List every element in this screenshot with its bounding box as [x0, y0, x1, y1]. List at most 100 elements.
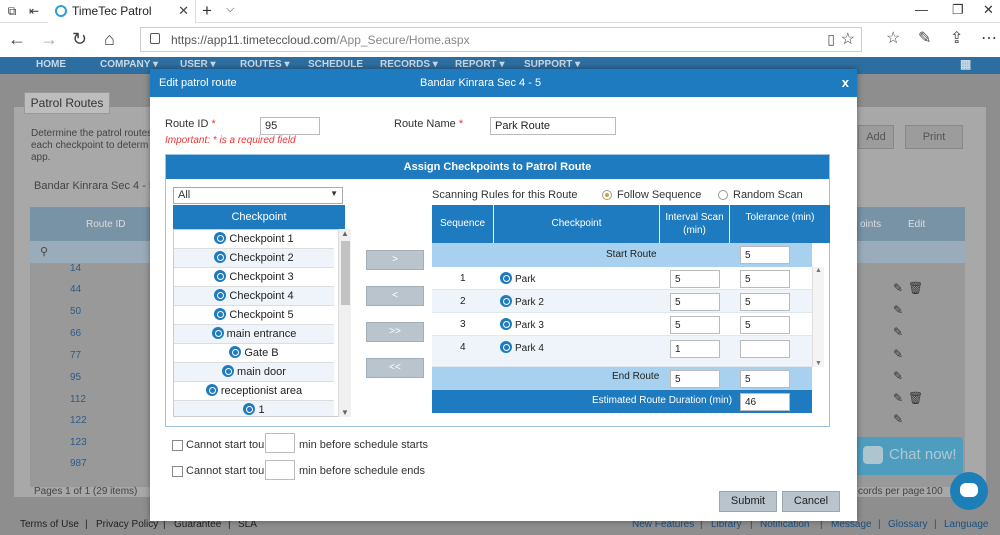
edit-pencil-icon[interactable]: ✎ — [893, 369, 903, 383]
records-per-page-value[interactable]: 100 — [926, 486, 943, 497]
list-item[interactable]: 1 — [174, 401, 334, 416]
edit-pencil-icon[interactable]: ✎ — [893, 281, 903, 295]
tolerance-field[interactable] — [740, 340, 790, 358]
scroll-up-icon[interactable]: ▲ — [815, 267, 822, 274]
back-icon[interactable]: ← — [8, 29, 26, 50]
scroll-thumb[interactable] — [341, 241, 350, 305]
edit-pencil-icon[interactable]: ✎ — [893, 412, 903, 426]
duration-field[interactable] — [740, 393, 790, 411]
route-id-cell[interactable]: 66 — [70, 328, 81, 339]
list-item[interactable]: Checkpoint 2 — [174, 249, 334, 268]
url-field[interactable]: https://app11.timeteccloud.com/App_Secur… — [140, 27, 862, 52]
restore-icon[interactable]: ❐ — [952, 2, 964, 18]
cannot-start-before-checkbox[interactable] — [172, 440, 183, 451]
patrol-routes-tab[interactable]: Patrol Routes — [24, 92, 110, 114]
list-item[interactable]: Checkpoint 4 — [174, 287, 334, 306]
more-icon[interactable]: ⋯ — [981, 28, 997, 48]
tab-title: TimeTec Patrol — [72, 4, 152, 18]
edit-pencil-icon[interactable]: ✎ — [893, 303, 903, 317]
reading-view-icon[interactable]: ▯ — [827, 31, 835, 48]
list-item[interactable]: Checkpoint 3 — [174, 268, 334, 287]
forward-icon[interactable]: → — [40, 29, 58, 50]
close-tab-icon[interactable]: ✕ — [178, 3, 189, 19]
route-id-cell[interactable]: 95 — [70, 372, 81, 383]
list-item[interactable]: receptionist area — [174, 382, 334, 401]
cancel-button[interactable]: Cancel — [782, 491, 840, 512]
move-all-left-button[interactable]: << — [366, 358, 424, 378]
tab-list-chevron-icon[interactable]: ⌵ — [226, 3, 234, 16]
tolerance-field[interactable] — [740, 316, 790, 334]
checkpoint-list-scrollbar[interactable]: ▲ ▼ — [338, 229, 351, 417]
nav-home[interactable]: HOME — [36, 59, 66, 70]
list-item[interactable]: Checkpoint 5 — [174, 306, 334, 325]
minimize-icon[interactable]: — — [915, 2, 928, 17]
favorite-star-icon[interactable]: ☆ — [841, 29, 855, 49]
footer-privacy[interactable]: Privacy Policy — [96, 519, 158, 530]
sequence-table-scrollbar[interactable]: ▲ ▼ — [812, 267, 824, 367]
follow-sequence-label: Follow Sequence — [617, 189, 702, 201]
footer-glossary[interactable]: Glossary — [888, 519, 927, 530]
minutes-before-start-field[interactable] — [265, 433, 295, 453]
footer-language[interactable]: Language — [944, 519, 989, 530]
route-filter[interactable]: Bandar Kinrara Sec 4 - 5 — [34, 180, 155, 192]
move-left-button[interactable]: < — [366, 286, 424, 306]
interval-scan-field[interactable] — [670, 340, 720, 358]
grid-menu-icon[interactable]: ▦ — [960, 57, 971, 71]
close-window-icon[interactable]: ✕ — [983, 2, 994, 18]
route-id-cell[interactable]: 123 — [70, 437, 87, 448]
new-tab-icon[interactable]: + — [202, 1, 212, 21]
refresh-icon[interactable]: ↻ — [72, 29, 87, 50]
pen-icon[interactable]: ✎ — [918, 28, 931, 48]
list-item[interactable]: main entrance — [174, 325, 334, 344]
follow-sequence-radio[interactable] — [602, 190, 612, 200]
tab-actions-icon[interactable]: ⧉ — [5, 4, 19, 18]
route-id-cell[interactable]: 112 — [70, 394, 86, 405]
route-id-cell[interactable]: 987 — [70, 458, 87, 469]
route-name-field[interactable] — [490, 117, 616, 135]
checkpoint-filter-select[interactable]: All ▼ — [173, 187, 343, 204]
chat-launcher-icon[interactable] — [950, 472, 988, 510]
tolerance-field[interactable] — [740, 270, 790, 288]
delete-trash-icon[interactable]: 🗑 — [908, 281, 923, 295]
share-icon[interactable]: ⇪ — [950, 28, 963, 48]
list-item[interactable]: main door — [174, 363, 334, 382]
interval-scan-field[interactable] — [670, 270, 720, 288]
set-aside-tabs-icon[interactable]: ⇤ — [27, 4, 41, 18]
add-button[interactable]: Add — [858, 125, 894, 149]
end-tolerance-field[interactable] — [740, 370, 790, 388]
cannot-start-after-checkbox[interactable] — [172, 466, 183, 477]
scroll-down-icon[interactable]: ▼ — [341, 408, 349, 417]
browser-tab[interactable]: TimeTec Patrol ✕ — [48, 0, 196, 23]
list-item[interactable]: Gate B — [174, 344, 334, 363]
move-all-right-button[interactable]: >> — [366, 322, 424, 342]
random-scan-radio[interactable] — [718, 190, 728, 200]
edit-pencil-icon[interactable]: ✎ — [893, 325, 903, 339]
end-interval-field[interactable] — [670, 370, 720, 388]
footer-terms[interactable]: Terms of Use — [20, 519, 79, 530]
interval-scan-field[interactable] — [670, 316, 720, 334]
route-id-field[interactable] — [260, 117, 320, 135]
delete-trash-icon[interactable]: 🗑 — [908, 391, 923, 405]
favorites-hub-icon[interactable]: ☆ — [886, 28, 900, 48]
route-id-cell[interactable]: 44 — [70, 284, 81, 295]
home-icon[interactable]: ⌂ — [104, 29, 115, 50]
edit-pencil-icon[interactable]: ✎ — [893, 347, 903, 361]
route-id-cell[interactable]: 14 — [70, 263, 81, 274]
route-id-cell[interactable]: 77 — [70, 350, 81, 361]
scroll-up-icon[interactable]: ▲ — [341, 229, 349, 238]
edit-pencil-icon[interactable]: ✎ — [893, 391, 903, 405]
list-item[interactable]: Checkpoint 1 — [174, 230, 334, 249]
submit-button[interactable]: Submit — [719, 491, 777, 512]
move-right-button[interactable]: > — [366, 250, 424, 270]
route-id-cell[interactable]: 122 — [70, 415, 87, 426]
interval-scan-field[interactable] — [670, 293, 720, 311]
minutes-before-end-field[interactable] — [265, 460, 295, 480]
route-id-cell[interactable]: 50 — [70, 306, 81, 317]
chat-now-widget[interactable]: Chat now! — [855, 437, 963, 475]
print-button[interactable]: Print — [905, 125, 963, 149]
filter-search-icon[interactable]: ⚲ — [40, 245, 48, 258]
tolerance-field[interactable] — [740, 293, 790, 311]
start-tolerance-field[interactable] — [740, 246, 790, 264]
close-dialog-icon[interactable]: x — [842, 75, 849, 90]
scroll-down-icon[interactable]: ▼ — [815, 360, 822, 367]
